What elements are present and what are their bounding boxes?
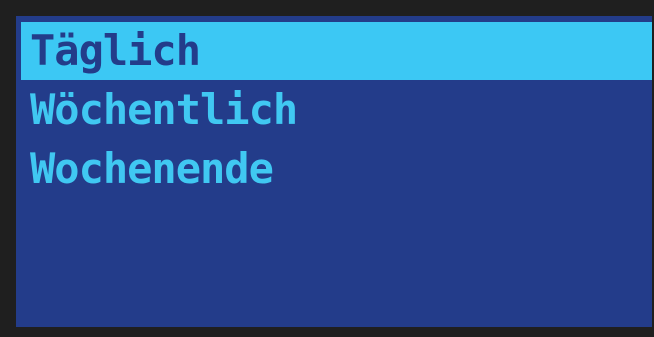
menu-item-label: Täglich xyxy=(30,26,201,75)
device-bezel: Täglich Wöchentlich Wochenende xyxy=(0,0,654,337)
menu-item-woechentlich[interactable]: Wöchentlich xyxy=(21,81,652,139)
menu-item-label: Wöchentlich xyxy=(30,85,298,134)
lcd-screen: Täglich Wöchentlich Wochenende xyxy=(16,16,652,327)
menu-item-wochenende[interactable]: Wochenende xyxy=(21,140,652,198)
menu-item-label: Wochenende xyxy=(30,144,274,193)
schedule-menu: Täglich Wöchentlich Wochenende xyxy=(21,22,652,198)
menu-item-taeglich[interactable]: Täglich xyxy=(21,22,652,80)
